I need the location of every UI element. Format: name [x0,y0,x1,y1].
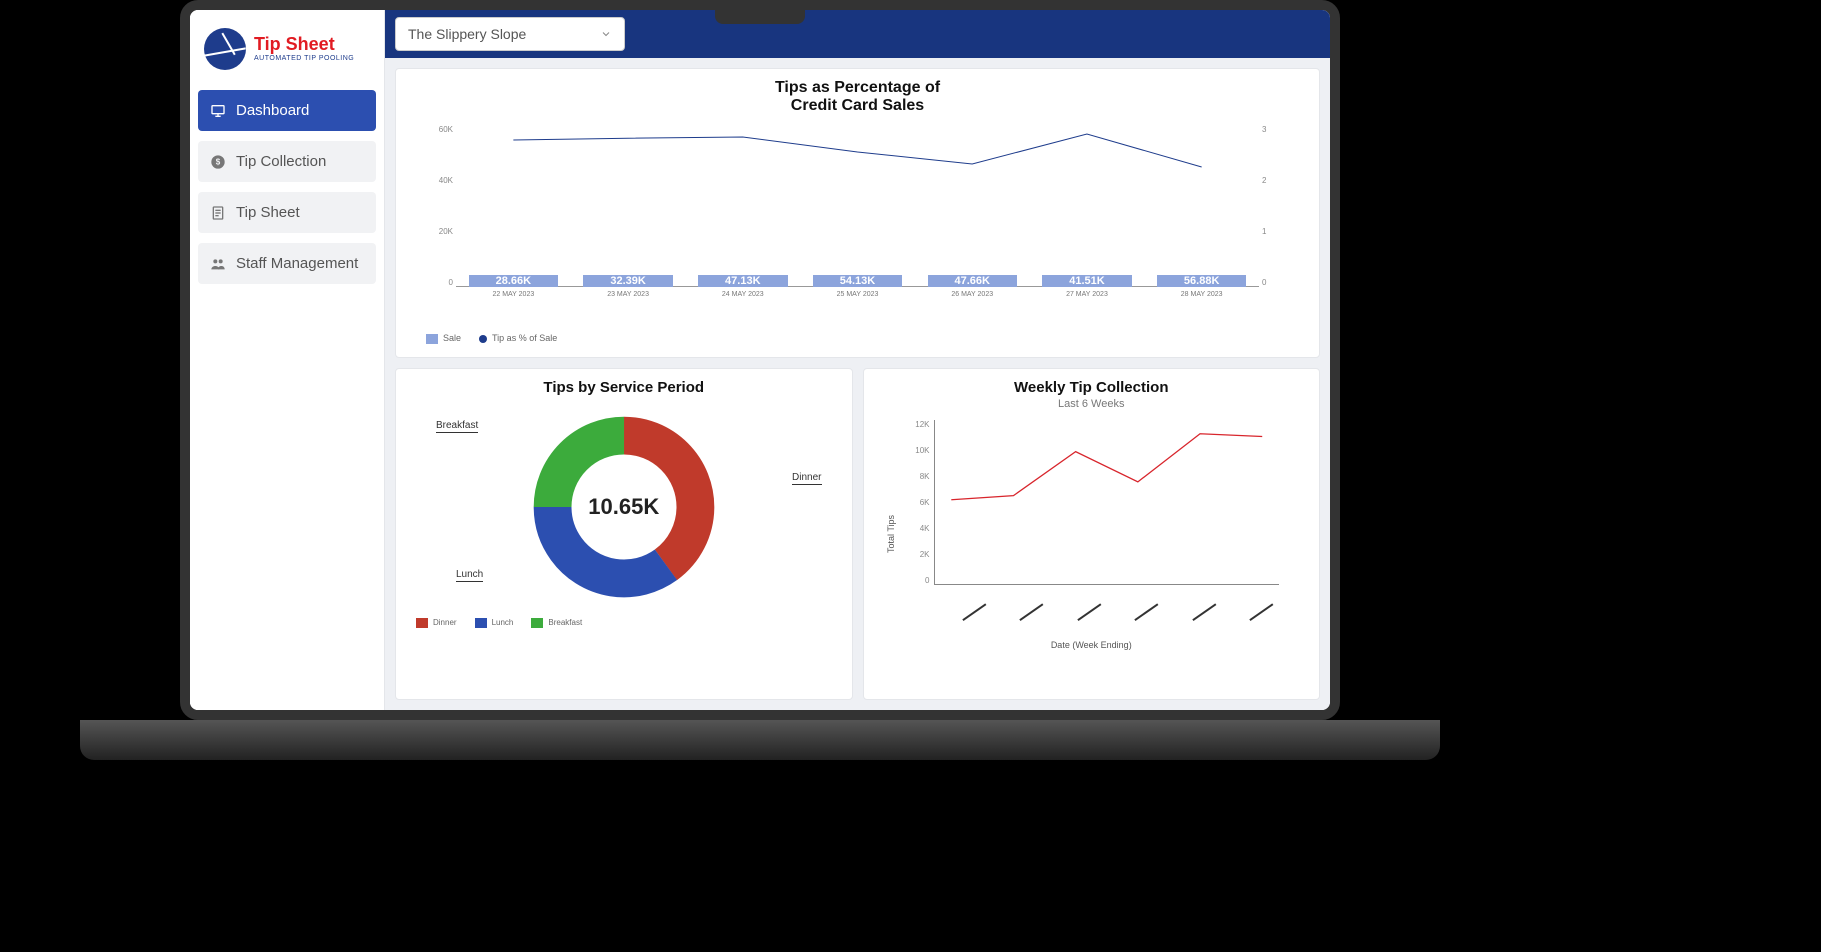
bar-xlabel: 24 MAY 2023 [722,291,764,298]
chart-title: Tips by Service Period [416,379,832,396]
bar-xlabel: 27 MAY 2023 [1066,291,1108,298]
donut-label-lunch: Lunch [456,569,483,582]
donut-plot: 10.65K Breakfast Lunch Dinner [416,402,832,612]
brand-subtitle: AUTOMATED TIP POOLING [254,55,354,63]
brand-mark-icon [204,28,246,70]
bar-xlabel: 25 MAY 2023 [837,291,879,298]
weekly-tick [1221,592,1279,620]
donut-label-breakfast: Breakfast [436,420,478,433]
sale-bar[interactable]: 54.13K [813,275,902,287]
location-select[interactable]: The Slippery Slope [395,17,625,51]
sidebar-item-tip-sheet[interactable]: Tip Sheet [198,192,376,233]
sidebar-item-label: Tip Collection [236,153,326,170]
bar-xlabel: 22 MAY 2023 [492,291,534,298]
y-axis-left: 60K 40K 20K 0 [431,125,453,287]
weekly-tick [934,592,992,620]
sidebar-item-staff-management[interactable]: Staff Management [198,243,376,284]
brand-logo: Tip Sheet AUTOMATED TIP POOLING [198,20,376,90]
users-icon [210,256,226,272]
bar-slot: 56.88K28 MAY 2023 [1144,275,1259,287]
svg-text:$: $ [216,157,221,166]
bar-xlabel: 23 MAY 2023 [607,291,649,298]
sidebar-item-tip-collection[interactable]: $ Tip Collection [198,141,376,182]
bar-slot: 41.51K27 MAY 2023 [1030,275,1145,287]
weekly-ylabel: Total Tips [886,515,896,553]
chart-subtitle: Last 6 Weeks [884,398,1300,410]
bar-xlabel: 26 MAY 2023 [951,291,993,298]
combo-legend: Sale Tip as % of Sale [426,333,1289,344]
sidebar-item-label: Staff Management [236,255,358,272]
sale-bar[interactable]: 28.66K [469,275,558,287]
chart-title: Weekly Tip Collection [884,379,1300,396]
dollar-circle-icon: $ [210,154,226,170]
sale-bar[interactable]: 47.66K [928,275,1017,287]
document-icon [210,205,226,221]
brand-title: Tip Sheet [254,35,354,55]
location-select-value: The Slippery Slope [408,26,526,42]
topbar: The Slippery Slope [385,10,1330,58]
sidebar-item-dashboard[interactable]: Dashboard [198,90,376,131]
weekly-tick [991,592,1049,620]
monitor-icon [210,103,226,119]
donut-center-value: 10.65K [588,494,659,520]
sidebar: Tip Sheet AUTOMATED TIP POOLING Dashboar… [190,10,385,710]
chevron-down-icon [600,28,612,40]
bar-slot: 47.13K24 MAY 2023 [685,275,800,287]
chart-tips-pct-card: Tips as Percentage of Credit Card Sales … [395,68,1320,358]
donut-legend: Dinner Lunch Breakfast [416,618,832,628]
app-screen: Tip Sheet AUTOMATED TIP POOLING Dashboar… [190,10,1330,710]
bar-slot: 54.13K25 MAY 2023 [800,275,915,287]
sale-bar[interactable]: 32.39K [583,275,672,287]
laptop-base [80,720,1440,760]
chart-weekly-tip-card: Weekly Tip Collection Last 6 Weeks Total… [863,368,1321,700]
main-content: The Slippery Slope Tips as Percentage of… [385,10,1330,710]
weekly-plot: 12K 10K 8K 6K 4K 2K 0 [934,420,1280,610]
bar-slot: 28.66K22 MAY 2023 [456,275,571,287]
weekly-xlabel: Date (Week Ending) [884,640,1300,650]
sale-bar[interactable]: 56.88K [1157,275,1246,287]
y-axis-right: 3 2 1 0 [1262,125,1284,287]
sale-bar[interactable]: 41.51K [1042,275,1131,287]
weekly-tick [1049,592,1107,620]
weekly-yaxis: 12K 10K 8K 6K 4K 2K 0 [900,420,930,585]
weekly-tick [1106,592,1164,620]
chart-title: Tips as Percentage of Credit Card Sales [426,79,1289,115]
bar-slot: 32.39K23 MAY 2023 [571,275,686,287]
donut-label-dinner: Dinner [792,472,821,485]
sale-bar[interactable]: 47.13K [698,275,787,287]
bar-xlabel: 28 MAY 2023 [1181,291,1223,298]
bar-slot: 47.66K26 MAY 2023 [915,275,1030,287]
combo-chart-plot: 60K 40K 20K 0 3 2 1 0 28.66K22 MAY 202 [456,125,1259,305]
chart-tips-by-period-card: Tips by Service Period 10.65K Breakfast … [395,368,853,700]
sidebar-item-label: Dashboard [236,102,309,119]
weekly-tick [1164,592,1222,620]
sidebar-item-label: Tip Sheet [236,204,300,221]
